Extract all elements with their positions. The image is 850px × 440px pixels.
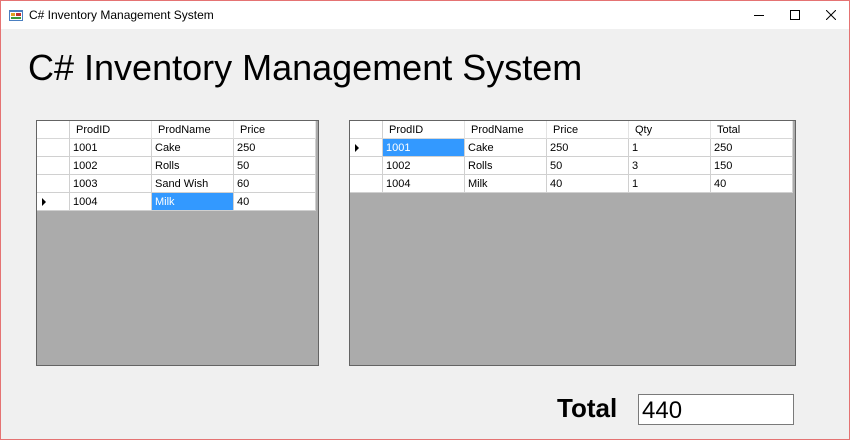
row-header-corner[interactable]	[350, 121, 383, 139]
current-row-icon	[42, 198, 46, 206]
close-icon	[826, 10, 836, 20]
column-header-price[interactable]: Price	[234, 121, 316, 139]
table-cell[interactable]: 250	[234, 139, 316, 157]
table-cell[interactable]: Cake	[152, 139, 234, 157]
table-row[interactable]: 1004 Milk 40 1 40	[350, 175, 793, 193]
row-header-corner[interactable]	[37, 121, 70, 139]
cart-grid[interactable]: ProdID ProdName Price Qty Total 1001 Cak…	[349, 120, 796, 366]
table-cell[interactable]: 1001	[70, 139, 152, 157]
minimize-icon	[754, 15, 764, 16]
close-button[interactable]	[813, 1, 849, 29]
row-header[interactable]	[37, 193, 70, 211]
column-header-prodname[interactable]: ProdName	[465, 121, 547, 139]
row-header[interactable]	[350, 175, 383, 193]
table-row[interactable]: 1002 Rolls 50	[37, 157, 316, 175]
products-grid[interactable]: ProdID ProdName Price 1001 Cake 250 1002…	[36, 120, 319, 366]
table-cell[interactable]: 250	[711, 139, 793, 157]
total-field[interactable]: 440	[638, 394, 794, 425]
table-row[interactable]: 1001 Cake 250 1 250	[350, 139, 793, 157]
table-cell[interactable]: 1003	[70, 175, 152, 193]
column-header-total[interactable]: Total	[711, 121, 793, 139]
column-header-prodid[interactable]: ProdID	[383, 121, 465, 139]
app-icon	[9, 10, 23, 21]
title-bar[interactable]: C# Inventory Management System	[1, 1, 849, 29]
table-cell[interactable]: 60	[234, 175, 316, 193]
table-cell[interactable]: 1004	[383, 175, 465, 193]
table-cell[interactable]: Rolls	[465, 157, 547, 175]
maximize-icon	[790, 10, 800, 20]
app-window: C# Inventory Management System C# Invent…	[0, 0, 850, 440]
table-cell[interactable]: 150	[711, 157, 793, 175]
table-row[interactable]: 1002 Rolls 50 3 150	[350, 157, 793, 175]
table-cell[interactable]: 1002	[383, 157, 465, 175]
table-cell[interactable]: 250	[547, 139, 629, 157]
table-cell[interactable]: 50	[547, 157, 629, 175]
grid-header-row: ProdID ProdName Price	[37, 121, 316, 139]
row-header[interactable]	[350, 139, 383, 157]
table-cell[interactable]: Milk	[465, 175, 547, 193]
window-title: C# Inventory Management System	[29, 8, 214, 22]
grid-header-row: ProdID ProdName Price Qty Total	[350, 121, 793, 139]
row-header[interactable]	[37, 157, 70, 175]
table-cell[interactable]: Rolls	[152, 157, 234, 175]
table-cell[interactable]: 3	[629, 157, 711, 175]
table-cell[interactable]: Sand Wish	[152, 175, 234, 193]
table-cell-selected[interactable]: Milk	[152, 193, 234, 211]
page-title: C# Inventory Management System	[28, 47, 583, 88]
table-cell[interactable]: 40	[234, 193, 316, 211]
table-cell[interactable]: 1	[629, 175, 711, 193]
table-cell[interactable]: Cake	[465, 139, 547, 157]
column-header-price[interactable]: Price	[547, 121, 629, 139]
table-row[interactable]: 1004 Milk 40	[37, 193, 316, 211]
row-header[interactable]	[37, 175, 70, 193]
minimize-button[interactable]	[741, 1, 777, 29]
table-cell-selected[interactable]: 1001	[383, 139, 465, 157]
table-cell[interactable]: 40	[711, 175, 793, 193]
current-row-icon	[355, 144, 359, 152]
table-row[interactable]: 1003 Sand Wish 60	[37, 175, 316, 193]
column-header-prodname[interactable]: ProdName	[152, 121, 234, 139]
table-row[interactable]: 1001 Cake 250	[37, 139, 316, 157]
maximize-button[interactable]	[777, 1, 813, 29]
row-header[interactable]	[37, 139, 70, 157]
table-cell[interactable]: 1004	[70, 193, 152, 211]
column-header-qty[interactable]: Qty	[629, 121, 711, 139]
table-cell[interactable]: 40	[547, 175, 629, 193]
column-header-prodid[interactable]: ProdID	[70, 121, 152, 139]
table-cell[interactable]: 1002	[70, 157, 152, 175]
table-cell[interactable]: 1	[629, 139, 711, 157]
table-cell[interactable]: 50	[234, 157, 316, 175]
total-label: Total	[557, 393, 618, 423]
row-header[interactable]	[350, 157, 383, 175]
